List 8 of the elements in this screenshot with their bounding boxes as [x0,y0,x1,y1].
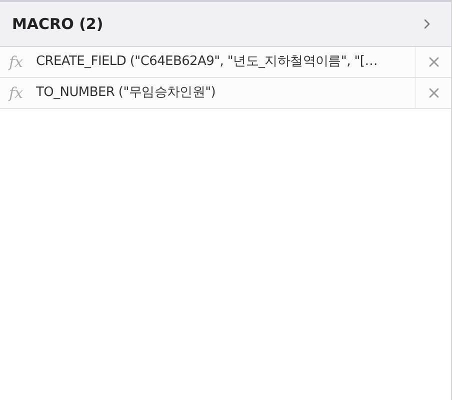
macro-row[interactable]: fx TO_NUMBER ("무임승차인원") [0,78,451,109]
panel-header[interactable]: MACRO (2) [0,2,451,47]
function-icon: fx [0,82,32,104]
macro-row[interactable]: fx CREATE_FIELD ("C64EB62A9", "년도_지하철역이름", "[… [0,47,451,78]
macro-text: TO_NUMBER ("무임승차인원") [35,84,217,102]
panel-title: MACRO (2) [12,14,104,35]
macro-text: CREATE_FIELD ("C64EB62A9", "년도_지하철역이름", "[… [35,53,378,72]
function-icon: fx [0,50,32,74]
